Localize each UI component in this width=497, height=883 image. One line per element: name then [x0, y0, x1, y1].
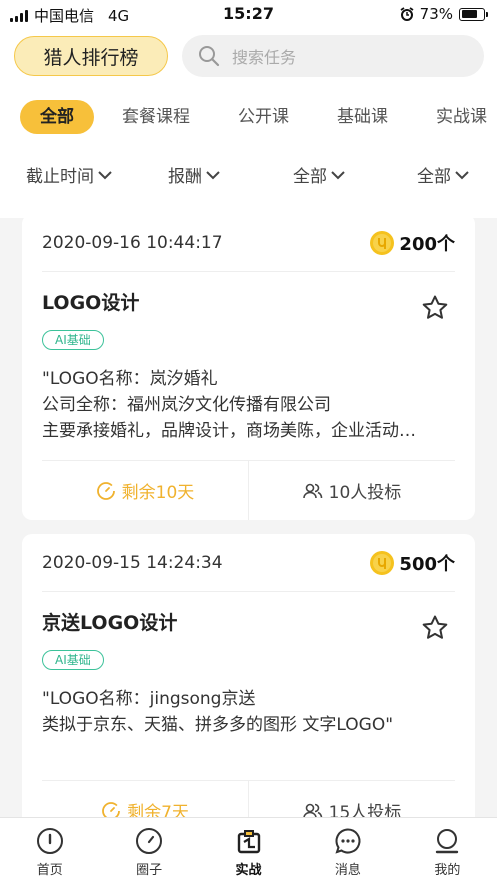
tab-open-courses[interactable]: 公开课: [238, 100, 289, 134]
filter-label: 报酬: [168, 167, 202, 187]
chevron-down-icon: [455, 170, 469, 179]
filter-reward[interactable]: 报酬: [168, 162, 221, 187]
task-card[interactable]: 2020-09-16 10:44:17 200个 LOGO设计 AI基础 "LO…: [22, 214, 475, 520]
nav-me[interactable]: 我的: [398, 818, 497, 883]
coin-icon: [370, 550, 395, 575]
filter-label: 全部: [417, 167, 451, 187]
description-line: 公司全称：福州岚汐文化传播有限公司: [42, 395, 331, 415]
reward-amount: 500个: [399, 553, 455, 575]
description-line: "LOGO名称：jingsong京送: [42, 689, 256, 709]
task-tag: AI基础: [42, 650, 104, 670]
filter-label: 全部: [293, 167, 327, 187]
task-tag: AI基础: [42, 330, 104, 350]
nav-circle[interactable]: 圈子: [99, 818, 198, 883]
hunter-ranking-button[interactable]: 猎人排行榜: [14, 36, 168, 76]
task-title: LOGO设计: [42, 292, 140, 314]
compass-icon: [136, 828, 163, 854]
coin-icon: [370, 230, 395, 255]
star-icon[interactable]: [421, 614, 449, 642]
task-date: 2020-09-15 14:24:34: [42, 552, 223, 573]
bottom-nav: 首页 圈子 实战 消息 我的: [0, 817, 497, 883]
nav-label: 圈子: [136, 863, 163, 878]
battery-percent: 73%: [419, 5, 453, 23]
header: 猎人排行榜 搜索任务 全部 套餐课程 公开课 基础课 实战课 截止时间 报酬 全…: [0, 28, 497, 218]
reward-amount: 200个: [399, 233, 455, 255]
nav-messages[interactable]: 消息: [298, 818, 397, 883]
filter-label: 截止时间: [26, 167, 94, 187]
users-icon: [302, 483, 322, 498]
home-icon: [36, 828, 63, 854]
tab-basic-courses[interactable]: 基础课: [337, 100, 388, 134]
task-date: 2020-09-16 10:44:17: [42, 232, 223, 253]
search-placeholder: 搜索任务: [232, 48, 297, 67]
star-icon[interactable]: [421, 294, 449, 322]
task-description: "LOGO名称：岚汐婚礼 公司全称：福州岚汐文化传播有限公司 主要承接婚礼，品牌…: [42, 366, 455, 444]
nav-practice[interactable]: 实战: [199, 818, 298, 883]
chevron-down-icon: [331, 170, 345, 179]
battery-icon: [459, 7, 488, 21]
search-icon: [199, 46, 220, 67]
alarm-icon: [400, 7, 414, 21]
nav-label: 实战: [235, 863, 262, 878]
task-title: 京送LOGO设计: [42, 612, 178, 634]
remaining-label: 剩余10天: [121, 483, 195, 503]
category-tabs: 全部 套餐课程 公开课 基础课 实战课: [20, 100, 497, 134]
bid-label: 10人投标: [328, 483, 402, 503]
timer-icon: [96, 481, 115, 500]
description-line: 主要承接婚礼，品牌设计，商场美陈，企业活动…: [42, 421, 416, 441]
clipboard-icon: [237, 830, 260, 854]
task-reward: 200个: [369, 230, 455, 256]
nav-label: 消息: [334, 863, 361, 878]
nav-label: 首页: [36, 863, 63, 878]
remaining-time: 剩余10天: [42, 461, 249, 520]
nav-label: 我的: [434, 863, 461, 878]
task-reward: 500个: [369, 550, 455, 576]
filter-status[interactable]: 全部: [417, 162, 470, 187]
nav-home[interactable]: 首页: [0, 818, 99, 883]
description-line: "LOGO名称：岚汐婚礼: [42, 369, 218, 389]
task-card[interactable]: 2020-09-15 14:24:34 500个 京送LOGO设计 AI基础 "…: [22, 534, 475, 840]
filter-bar: 截止时间 报酬 全部 全部: [0, 162, 497, 196]
message-icon: [335, 828, 361, 854]
chevron-down-icon: [206, 170, 220, 179]
search-input[interactable]: 搜索任务: [182, 35, 484, 77]
description-line: 类拟于京东、天猫、拼多多的图形 文字LOGO": [42, 715, 394, 735]
user-icon: [436, 829, 459, 854]
filter-type[interactable]: 全部: [293, 162, 346, 187]
tab-practical-courses[interactable]: 实战课: [436, 100, 487, 134]
tab-package-courses[interactable]: 套餐课程: [122, 100, 190, 134]
filter-deadline[interactable]: 截止时间: [26, 162, 113, 187]
tab-all[interactable]: 全部: [20, 100, 94, 134]
status-bar: 中国电信 4G 15:27 73%: [0, 0, 497, 28]
task-description: "LOGO名称：jingsong京送 类拟于京东、天猫、拼多多的图形 文字LOG…: [42, 686, 455, 738]
bid-count: 10人投标: [249, 461, 455, 520]
chevron-down-icon: [98, 170, 112, 179]
